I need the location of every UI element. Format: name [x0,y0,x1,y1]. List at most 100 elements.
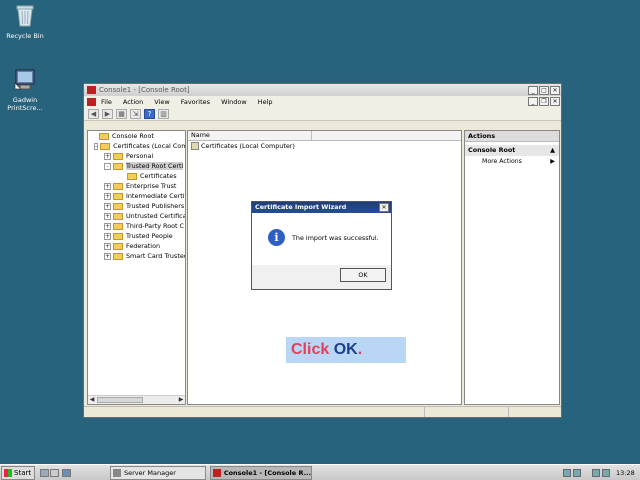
taskbar: Start Server Manager Console1 - [Console… [0,464,640,480]
child-close-icon[interactable]: ✕ [550,97,560,106]
folder-icon [113,162,123,170]
collapse-icon[interactable]: - [104,162,111,170]
status-panel-1 [84,407,425,417]
dialog-titlebar[interactable]: Certificate Import Wizard ✕ [252,202,391,213]
server-manager-quicklaunch-icon[interactable] [40,469,49,477]
tray-network-icon[interactable] [563,469,571,477]
list-item[interactable]: Certificates (Local Computer) [188,141,461,151]
recycle-bin-label: Recycle Bin [6,32,44,40]
start-button[interactable]: Start [1,466,35,480]
window-titlebar[interactable]: Console1 - [Console Root] _ □ ✕ [84,84,561,96]
tree-node[interactable]: + Trusted People [88,231,185,241]
recycle-bin-shortcut[interactable]: Recycle Bin [0,2,50,40]
tree-node[interactable]: + Enterprise Trust [88,181,185,191]
menu-view[interactable]: View [154,98,169,106]
more-actions-item[interactable]: More Actions ▶ [465,156,559,167]
tree-node-label: Intermediate Certif [126,192,185,200]
tree-node[interactable]: Console Root [88,131,185,141]
show-hide-action-pane-icon[interactable]: ▥ [158,108,169,119]
certificate-store-icon [191,142,199,150]
console-menu-icon[interactable] [87,97,96,106]
ok-button[interactable]: OK [340,268,386,282]
tree-node[interactable]: - Certificates (Local Com [88,141,185,151]
collapse-arrow-icon[interactable]: ▲ [550,145,559,156]
tree-node[interactable]: + Third-Party Root C [88,221,185,231]
tray-volume-icon[interactable] [602,469,610,477]
expand-icon[interactable]: + [104,222,111,230]
console-tree-pane[interactable]: Console Root - Certificates (Local Com + Per… [87,130,186,405]
task-server-manager[interactable]: Server Manager [110,466,206,480]
export-list-icon[interactable]: ⇲ [130,108,141,119]
folder-icon [113,222,123,230]
maximize-icon[interactable]: □ [539,85,549,95]
help-icon[interactable]: ? [144,108,155,119]
tray-update-icon[interactable] [592,469,600,477]
dialog-message: The import was successful. [292,234,379,242]
show-hide-tree-icon[interactable]: ▦ [116,108,127,119]
actions-section-label: Console Root [468,146,516,154]
powershell-quicklaunch-icon[interactable] [62,469,71,477]
window-title: Console1 - [Console Root] [99,86,190,94]
tray-display-icon[interactable] [573,469,581,477]
scroll-right-icon[interactable]: ▶ [177,396,185,404]
folder-icon [113,242,123,250]
expand-icon[interactable]: + [104,192,111,200]
folder-icon [127,172,137,180]
mmc-task-icon [213,469,221,477]
tree-node[interactable]: - Trusted Root Certi [88,161,185,171]
minimize-icon[interactable]: _ [528,85,538,95]
column-header-row: Name [188,131,461,141]
tree-node-label: Federation [126,242,161,250]
server-manager-icon [113,469,121,477]
expand-icon[interactable]: + [104,182,111,190]
tree-node-label: Certificates (Local Com [113,142,185,150]
expand-icon[interactable]: + [104,212,111,220]
task-label-server-manager: Server Manager [124,469,176,477]
actions-section-console-root[interactable]: Console Root ▲ [465,145,559,156]
dialog-body: i The import was successful. [252,213,391,265]
tree-horizontal-scrollbar[interactable]: ◀ ▶ [88,395,185,404]
tree-node[interactable]: + Federation [88,241,185,251]
column-header-name[interactable]: Name [188,131,312,140]
menu-file[interactable]: File [101,98,112,106]
tree-node[interactable]: + Trusted Publishers [88,201,185,211]
gadwin-printscreen-icon [14,69,35,90]
start-label: Start [14,469,32,477]
clock[interactable]: 13:28 [616,467,635,479]
callout-word-ok: OK [333,341,358,358]
menu-action[interactable]: Action [123,98,143,106]
tree-node[interactable]: + Intermediate Certif [88,191,185,201]
tree-node[interactable]: + Smart Card Trusted [88,251,185,261]
dialog-close-icon[interactable]: ✕ [379,203,389,212]
expand-icon[interactable]: + [104,232,111,240]
column-header-blank[interactable] [312,131,461,140]
tree-node[interactable]: Certificates [88,171,185,181]
scroll-left-icon[interactable]: ◀ [88,396,96,404]
collapse-icon[interactable]: - [94,142,99,150]
close-icon[interactable]: ✕ [550,85,560,95]
folder-icon [113,182,123,190]
expand-icon[interactable]: + [104,242,111,250]
menu-favorites[interactable]: Favorites [181,98,210,106]
child-restore-icon[interactable]: ❐ [539,97,549,106]
submenu-arrow-icon: ▶ [550,158,555,165]
child-minimize-icon[interactable]: _ [528,97,538,106]
gadwin-printscreen-shortcut[interactable]: Gadwin PrintScre... [0,66,50,112]
tree-node[interactable]: + Personal [88,151,185,161]
instruction-callout: Click OK. [286,337,406,363]
show-desktop-icon[interactable] [50,469,59,477]
expand-icon[interactable]: + [104,252,111,260]
scroll-thumb[interactable] [97,397,143,403]
menu-help[interactable]: Help [258,98,273,106]
tree-node-label: Third-Party Root C [126,222,185,230]
tree-node[interactable]: + Untrusted Certifica [88,211,185,221]
back-arrow-icon[interactable]: ◀ [88,108,99,119]
task-console1[interactable]: Console1 - [Console R... [210,466,312,480]
tree-node-label: Smart Card Trusted [126,252,185,260]
expand-icon[interactable]: + [104,202,111,210]
expand-icon[interactable]: + [104,152,111,160]
folder-icon [113,152,123,160]
dialog-title: Certificate Import Wizard [255,203,347,211]
menu-window[interactable]: Window [221,98,247,106]
forward-arrow-icon[interactable]: ▶ [102,108,113,119]
